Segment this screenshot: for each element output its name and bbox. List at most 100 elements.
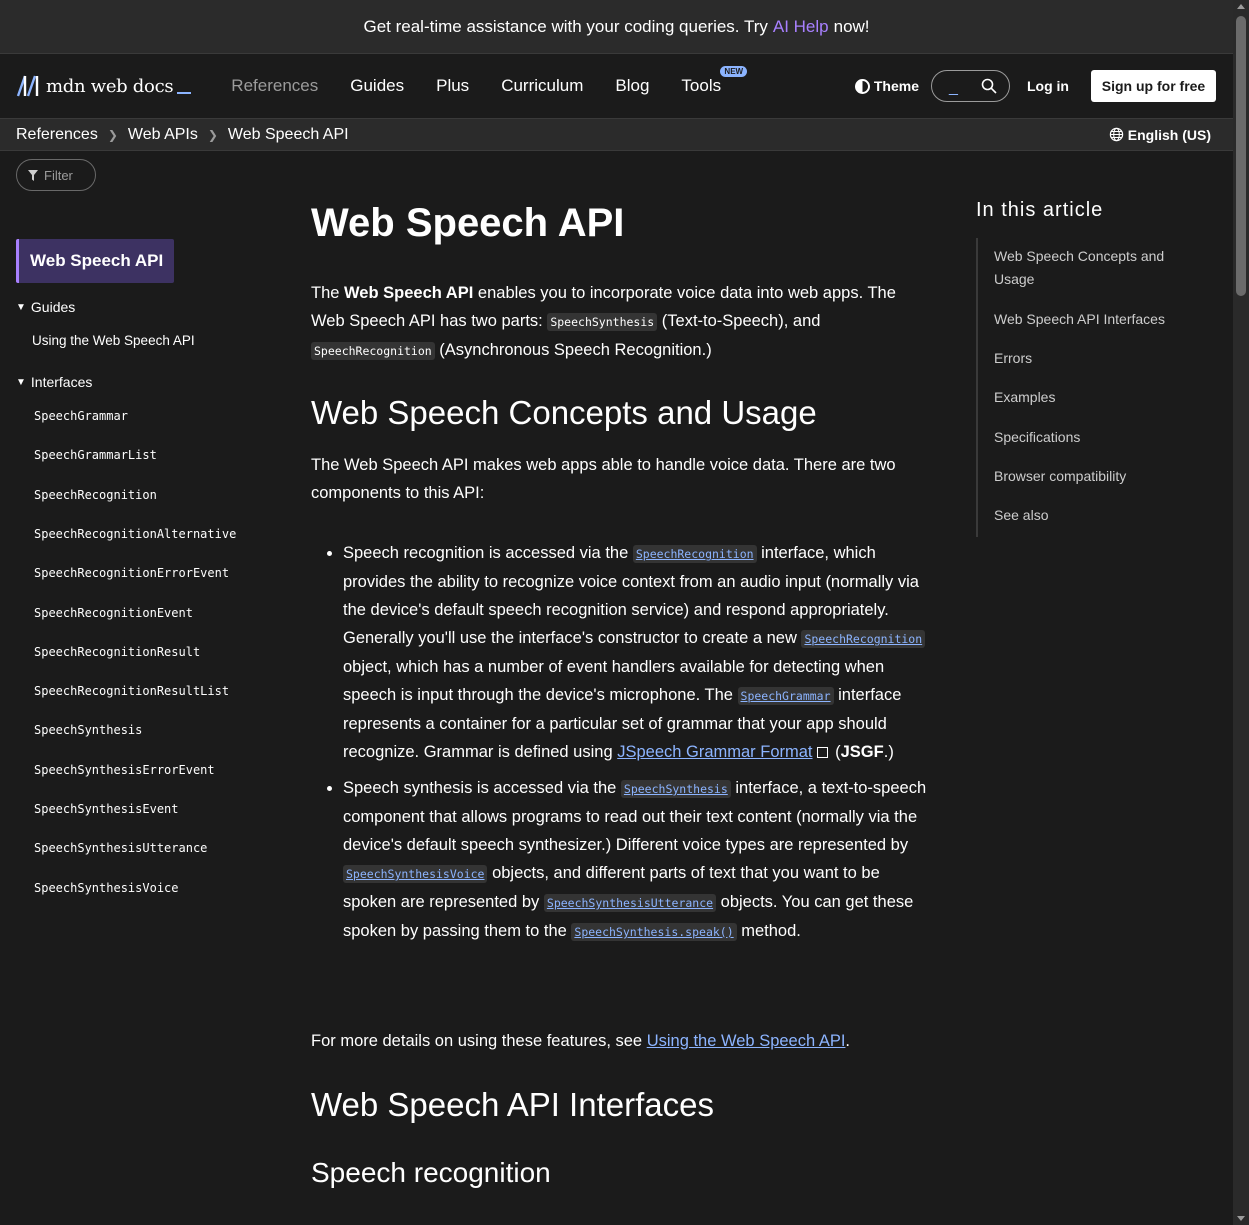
ai-help-link[interactable]: AI Help	[773, 17, 829, 37]
chevron-right-icon: ❯	[207, 127, 218, 142]
breadcrumb: References ❯ Web APIs ❯ Web Speech API	[16, 126, 349, 144]
sidebar-item-interface[interactable]: SpeechSynthesis	[34, 723, 142, 737]
code-link[interactable]: SpeechGrammar	[737, 687, 834, 705]
heading-interfaces: Web Speech API Interfaces	[311, 1086, 714, 1123]
sidebar-item-interface[interactable]: SpeechSynthesisEvent	[34, 802, 179, 816]
text: (Asynchronous Speech Recognition.)	[434, 341, 712, 359]
language-label: English (US)	[1127, 126, 1211, 143]
jsgf-link[interactable]: JSpeech Grammar Format	[617, 743, 812, 761]
sidebar-current-page[interactable]: Web Speech API	[16, 239, 174, 283]
text: Speech recognition is accessed via the	[343, 544, 633, 562]
search-button[interactable]: _	[931, 70, 1010, 102]
page-title: Web Speech API	[311, 201, 625, 245]
sidebar-item-interface[interactable]: SpeechRecognitionResult	[34, 645, 200, 659]
search-cursor: _	[949, 79, 958, 96]
theme-button[interactable]: Theme	[854, 78, 919, 94]
text: For more details on using these features…	[311, 1032, 647, 1050]
promo-banner: Get real-time assistance with your codin…	[0, 0, 1233, 54]
breadcrumb-bar: References ❯ Web APIs ❯ Web Speech API E…	[0, 118, 1233, 151]
text: .)	[883, 743, 894, 761]
inline-code: SpeechRecognition	[311, 342, 435, 360]
code-link[interactable]: SpeechSynthesisUtterance	[543, 894, 717, 912]
top-navigation: mdn web docs References Guides Plus Curr…	[0, 54, 1233, 118]
sidebar-item-interface[interactable]: SpeechSynthesisVoice	[34, 881, 179, 895]
chevron-right-icon: ❯	[107, 127, 118, 142]
language-switcher[interactable]: English (US)	[1109, 127, 1211, 143]
menu-guides[interactable]: Guides	[334, 76, 420, 96]
login-link[interactable]: Log in	[1027, 78, 1069, 94]
sidebar-group-interfaces[interactable]: ▼ Interfaces	[16, 374, 92, 390]
text: method.	[736, 922, 801, 940]
sidebar-filter[interactable]: Filter	[16, 159, 96, 191]
breadcrumb-references[interactable]: References	[16, 126, 98, 144]
code-link[interactable]: SpeechSynthesisVoice	[343, 865, 488, 883]
sidebar-item-interface[interactable]: SpeechRecognition	[34, 488, 157, 502]
theme-icon	[854, 78, 870, 94]
scroll-up-icon[interactable]	[1237, 4, 1245, 9]
nav-actions: Theme _ Log in Sign up for free	[854, 70, 1216, 102]
mdn-logo-icon	[16, 75, 39, 97]
toc-list: Web Speech Concepts and Usage Web Speech…	[976, 238, 1196, 537]
code-link[interactable]: SpeechSynthesis.speak()	[571, 923, 737, 941]
toc-item[interactable]: Specifications	[994, 426, 1194, 449]
new-badge: NEW	[720, 66, 748, 77]
sidebar-item-using-web-speech-api[interactable]: Using the Web Speech API	[32, 333, 195, 348]
sidebar-group-label: Interfaces	[30, 374, 93, 390]
logo-cursor	[177, 92, 192, 94]
code-link[interactable]: SpeechSynthesis	[620, 780, 731, 798]
toc-item[interactable]: Errors	[994, 347, 1194, 370]
sidebar-group-guides[interactable]: ▼ Guides	[16, 299, 75, 315]
list-item: Speech synthesis is accessed via the Spe…	[343, 774, 933, 946]
using-web-speech-api-link[interactable]: Using the Web Speech API	[647, 1032, 846, 1050]
signup-button[interactable]: Sign up for free	[1091, 70, 1216, 102]
caret-down-icon: ▼	[16, 376, 26, 388]
menu-plus[interactable]: Plus	[420, 76, 485, 96]
sidebar-item-interface[interactable]: SpeechGrammarList	[34, 448, 157, 462]
sidebar-item-interface[interactable]: SpeechRecognitionErrorEvent	[34, 566, 229, 580]
mdn-logo[interactable]: mdn web docs	[16, 75, 192, 97]
scroll-down-icon[interactable]	[1237, 1216, 1245, 1221]
menu-curriculum[interactable]: Curriculum	[485, 76, 599, 96]
caret-down-icon: ▼	[16, 301, 26, 313]
external-link-icon	[816, 747, 828, 758]
sidebar-item-interface[interactable]: SpeechSynthesisErrorEvent	[34, 763, 215, 777]
heading-concepts: Web Speech Concepts and Usage	[311, 394, 817, 431]
sidebar-group-label: Guides	[30, 299, 76, 315]
toc-item[interactable]: Browser compatibility	[994, 465, 1194, 488]
more-details-paragraph: For more details on using these features…	[311, 1027, 931, 1055]
inline-code: SpeechSynthesis	[547, 313, 658, 331]
bold-text: JSGF	[840, 743, 884, 761]
breadcrumb-web-speech-api[interactable]: Web Speech API	[228, 126, 349, 144]
breadcrumb-web-apis[interactable]: Web APIs	[128, 126, 198, 144]
text: (Text-to-Speech), and	[657, 312, 821, 330]
logo-text: mdn web docs	[46, 75, 174, 97]
scrollbar-thumb[interactable]	[1236, 16, 1246, 296]
sidebar-item-interface[interactable]: SpeechRecognitionResultList	[34, 684, 229, 698]
sidebar: Filter Web Speech API ▼ Guides Using the…	[0, 151, 280, 1225]
page-scrollbar[interactable]	[1233, 0, 1249, 1225]
toc-item[interactable]: Examples	[994, 386, 1194, 409]
sidebar-item-interface[interactable]: SpeechRecognitionEvent	[34, 606, 193, 620]
menu-tools[interactable]: Tools NEW	[665, 66, 748, 96]
toc-item[interactable]: Web Speech Concepts and Usage	[994, 245, 1194, 291]
menu-references[interactable]: References	[215, 76, 334, 96]
text: The	[311, 284, 345, 302]
sidebar-item-interface[interactable]: SpeechGrammar	[34, 409, 128, 423]
text: Speech synthesis is accessed via the	[343, 779, 621, 797]
toc-item[interactable]: Web Speech API Interfaces	[994, 308, 1194, 331]
banner-text: Get real-time assistance with your codin…	[363, 16, 768, 36]
concepts-paragraph: The Web Speech API makes web apps able t…	[311, 456, 896, 502]
heading-speech-recognition: Speech recognition	[311, 1157, 551, 1188]
list-item: Speech recognition is accessed via the S…	[343, 539, 933, 766]
code-link[interactable]: SpeechRecognition	[801, 630, 926, 648]
sidebar-item-interface[interactable]: SpeechRecognitionAlternative	[34, 527, 236, 541]
sidebar-item-interface[interactable]: SpeechSynthesisUtterance	[34, 841, 207, 855]
bold-text: Web Speech API	[344, 284, 474, 302]
main-menu: References Guides Plus Curriculum Blog T…	[215, 66, 748, 96]
toc-item[interactable]: See also	[994, 504, 1194, 527]
code-link[interactable]: SpeechRecognition	[632, 545, 757, 563]
menu-tools-label: Tools	[681, 76, 722, 95]
search-icon	[981, 78, 997, 94]
menu-blog[interactable]: Blog	[599, 76, 665, 96]
theme-label: Theme	[873, 78, 919, 94]
